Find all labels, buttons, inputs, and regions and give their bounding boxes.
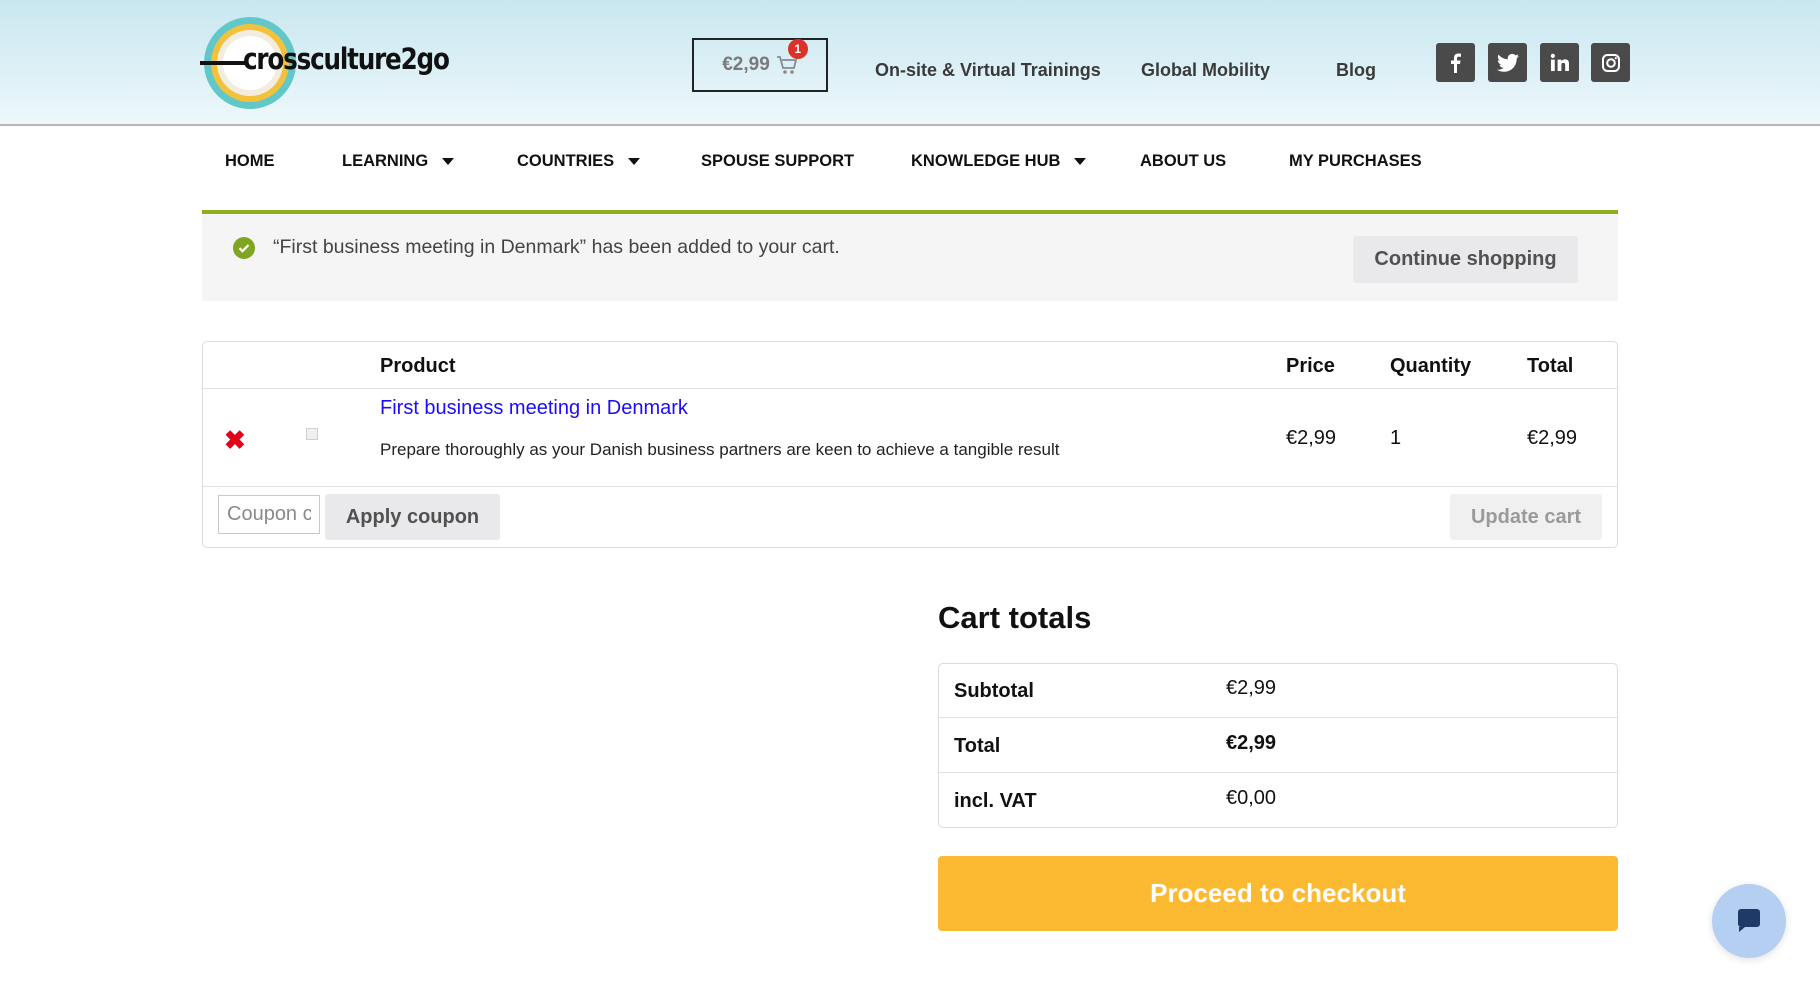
chevron-down-icon [1074, 158, 1087, 165]
product-quantity[interactable]: 1 [1390, 427, 1401, 450]
product-name-link[interactable]: First business meeting in Denmark [380, 397, 688, 420]
subtotal-value: €2,99 [1226, 677, 1277, 699]
cart-icon: 1 [776, 39, 808, 76]
vat-label: incl. VAT [954, 790, 1037, 812]
nav-learning[interactable]: LEARNING [342, 152, 455, 171]
product-description: Prepare thoroughly as your Danish busine… [380, 440, 1060, 459]
nav-knowledge-hub[interactable]: KNOWLEDGE HUB [911, 152, 1087, 171]
product-thumbnail[interactable] [306, 428, 318, 440]
nav-countries[interactable]: COUNTRIES [517, 152, 641, 171]
chat-widget-button[interactable] [1712, 884, 1786, 958]
twitter-icon[interactable] [1488, 43, 1527, 82]
header-quantity: Quantity [1390, 355, 1472, 377]
nav-home[interactable]: HOME [225, 152, 275, 171]
vat-row: incl. VAT €0,00 [939, 774, 1617, 828]
site-logo[interactable]: crossculture2go [200, 12, 450, 114]
link-blog[interactable]: Blog [1336, 60, 1376, 81]
chevron-down-icon [442, 158, 455, 165]
nav-knowledge-hub-label: KNOWLEDGE HUB [911, 152, 1061, 170]
product-total: €2,99 [1527, 427, 1578, 449]
chevron-down-icon [628, 158, 641, 165]
subtotal-row: Subtotal €2,99 [939, 664, 1617, 718]
nav-about-us-label: ABOUT US [1140, 152, 1227, 170]
remove-item-icon[interactable]: ✖ [224, 427, 246, 453]
header-price: Price [1286, 355, 1335, 377]
nav-about-us[interactable]: ABOUT US [1140, 152, 1226, 171]
coupon-input[interactable] [218, 495, 320, 534]
cart-amount: €2,99 [722, 54, 770, 75]
nav-spouse-support-label: SPOUSE SUPPORT [701, 152, 855, 170]
nav-spouse-support[interactable]: SPOUSE SUPPORT [701, 152, 854, 171]
cart-count-badge: 1 [787, 39, 808, 59]
cart-notice: “First business meeting in Denmark” has … [202, 210, 1618, 301]
nav-learning-label: LEARNING [342, 152, 429, 170]
total-label: Total [954, 735, 1001, 757]
linkedin-icon[interactable] [1540, 43, 1579, 82]
header-product: Product [380, 355, 456, 377]
notice-message: “First business meeting in Denmark” has … [273, 236, 840, 258]
vat-value: €0,00 [1226, 787, 1277, 809]
row-divider [203, 388, 1617, 389]
nav-my-purchases-label: MY PURCHASES [1289, 152, 1422, 170]
proceed-to-checkout-button[interactable]: Proceed to checkout [938, 856, 1618, 931]
cart-totals-title: Cart totals [938, 600, 1092, 635]
row-divider [203, 486, 1617, 487]
check-circle-icon [233, 237, 255, 259]
total-row: Total €2,99 [939, 719, 1617, 773]
nav-home-label: HOME [225, 152, 275, 170]
link-global-mobility[interactable]: Global Mobility [1141, 60, 1270, 81]
link-trainings[interactable]: On-site & Virtual Trainings [875, 60, 1101, 81]
total-value: €2,99 [1226, 732, 1277, 754]
nav-my-purchases[interactable]: MY PURCHASES [1289, 152, 1422, 171]
subtotal-label: Subtotal [954, 680, 1034, 702]
logo-text: crossculture2go [243, 42, 450, 76]
cart-totals-table: Subtotal €2,99 Total €2,99 incl. VAT €0,… [938, 663, 1618, 828]
header-total: Total [1527, 355, 1574, 377]
header-cart-button[interactable]: €2,99 1 [692, 38, 828, 92]
cart-table: Product Price Quantity Total ✖ First bus… [202, 341, 1618, 548]
instagram-icon[interactable] [1591, 43, 1630, 82]
nav-countries-label: COUNTRIES [517, 152, 615, 170]
site-header: crossculture2go €2,99 1 On-site & Virtua… [0, 0, 1820, 126]
chat-bubble-icon [1738, 909, 1760, 932]
facebook-icon[interactable] [1436, 43, 1475, 82]
continue-shopping-button[interactable]: Continue shopping [1353, 236, 1578, 283]
apply-coupon-button[interactable]: Apply coupon [325, 494, 500, 540]
product-price: €2,99 [1286, 427, 1337, 449]
update-cart-button[interactable]: Update cart [1450, 494, 1602, 540]
